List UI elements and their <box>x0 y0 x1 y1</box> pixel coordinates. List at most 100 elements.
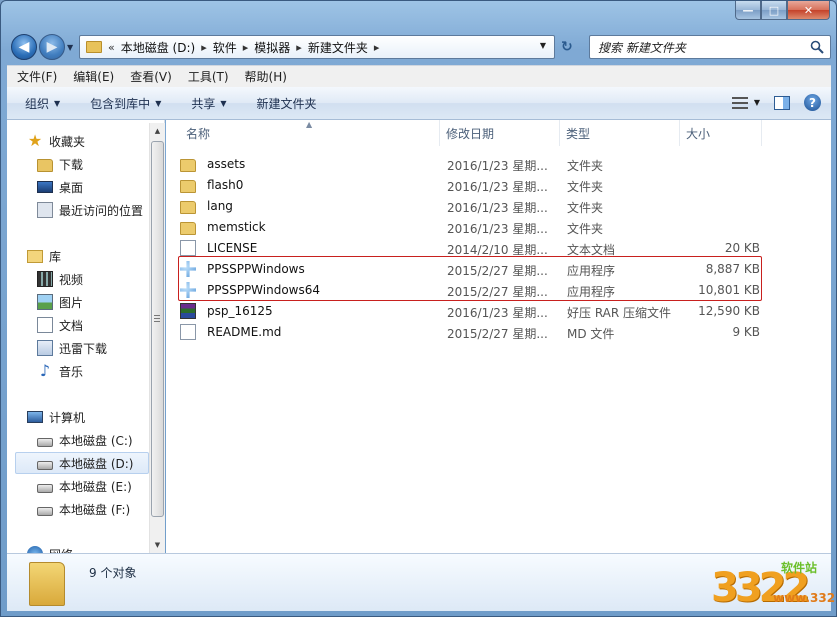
file-row[interactable]: memstick 2016/1/23 星期... 文件夹 <box>180 217 760 237</box>
file-row[interactable]: LICENSE 2014/2/10 星期... 文本文档 20 KB <box>180 238 760 258</box>
watermark-url: www.3322.CC <box>773 591 836 605</box>
nav-favorites[interactable]: ★ 收藏夹 <box>27 130 85 152</box>
file-row[interactable]: psp_16125 2016/1/23 星期... 好压 RAR 压缩文件 12,59… <box>180 301 760 321</box>
column-size[interactable]: 大小 <box>680 120 762 146</box>
column-name[interactable]: 名称 <box>180 120 440 146</box>
nav-drive-e[interactable]: 本地磁盘 (E:) <box>37 475 132 497</box>
share-button[interactable]: 共享 ▼ <box>187 95 230 112</box>
nav-network[interactable]: 网络 <box>27 543 73 553</box>
close-button[interactable]: ✕ <box>787 1 830 20</box>
minimize-button[interactable]: — <box>735 1 761 20</box>
new-folder-label: 新建文件夹 <box>256 96 317 111</box>
recent-pages-dropdown[interactable]: ▼ <box>67 43 73 52</box>
desktop-icon <box>37 181 53 193</box>
nav-drive-d[interactable]: 本地磁盘 (D:) <box>15 452 149 474</box>
nav-music[interactable]: ♪ 音乐 <box>37 360 83 382</box>
nav-label: 本地磁盘 (C:) <box>59 433 133 448</box>
new-folder-button[interactable]: 新建文件夹 <box>253 95 321 112</box>
computer-icon <box>27 411 43 423</box>
file-row[interactable]: README.md 2015/2/27 星期... MD 文件 9 KB <box>180 322 760 342</box>
search-input[interactable]: 搜索 新建文件夹 <box>589 35 831 59</box>
include-library-label: 包含到库中 <box>90 96 151 111</box>
nav-pictures[interactable]: 图片 <box>37 291 83 313</box>
file-name: psp_16125 <box>207 304 273 318</box>
nav-label: 本地磁盘 (E:) <box>59 479 132 494</box>
breadcrumb-separator-icon[interactable]: ▸ <box>374 41 380 54</box>
address-bar[interactable]: « 本地磁盘 (D:) ▸ 软件 ▸ 模拟器 ▸ 新建文件夹 ▸ ▼ <box>79 35 555 59</box>
nav-libraries[interactable]: 库 <box>27 245 61 267</box>
file-date: 2016/1/23 星期... <box>447 180 548 194</box>
menu-bar: 文件(F) 编辑(E) 查看(V) 工具(T) 帮助(H) <box>7 65 831 87</box>
maximize-button[interactable]: □ <box>761 1 787 20</box>
chevron-down-icon: ▼ <box>54 98 61 108</box>
nav-downloads[interactable]: 下载 <box>37 153 83 175</box>
toolbar-right: ▼ ? <box>731 94 821 111</box>
menu-tools[interactable]: 工具(T) <box>182 68 235 85</box>
nav-documents[interactable]: 文档 <box>37 314 83 336</box>
arrow-right-icon: ▶ <box>46 39 58 55</box>
file-type: 文件夹 <box>567 201 604 215</box>
nav-videos[interactable]: 视频 <box>37 268 83 290</box>
file-size: 12,590 KB <box>698 304 760 318</box>
file-row[interactable]: lang 2016/1/23 星期... 文件夹 <box>180 196 760 216</box>
breadcrumb-separator-icon[interactable]: ▸ <box>243 41 249 54</box>
drive-icon <box>37 483 53 493</box>
include-library-button[interactable]: 包含到库中 ▼ <box>86 95 165 112</box>
folder-icon <box>180 200 196 214</box>
menu-view[interactable]: 查看(V) <box>124 68 178 85</box>
menu-edit[interactable]: 编辑(E) <box>67 68 120 85</box>
view-options-icon[interactable] <box>731 96 748 110</box>
folder-icon <box>86 41 102 53</box>
file-type: 文件夹 <box>567 159 604 173</box>
chevron-down-icon[interactable]: ▼ <box>754 98 760 107</box>
breadcrumb-new-folder[interactable]: 新建文件夹 <box>308 39 368 56</box>
breadcrumb-drive-d[interactable]: 本地磁盘 (D:) <box>121 39 195 56</box>
chevron-down-icon[interactable]: ▼ <box>540 41 546 50</box>
nav-scrollbar[interactable]: ▲ ▼ <box>149 123 165 553</box>
nav-thunder-downloads[interactable]: 迅雷下载 <box>37 337 107 359</box>
breadcrumb-overflow[interactable]: « <box>108 41 115 54</box>
scroll-down-icon[interactable]: ▼ <box>150 537 165 553</box>
breadcrumb-separator-icon[interactable]: ▸ <box>296 41 302 54</box>
refresh-icon[interactable]: ↻ <box>561 39 573 55</box>
column-date[interactable]: 修改日期 <box>440 120 560 146</box>
breadcrumb-separator-icon[interactable]: ▸ <box>201 41 207 54</box>
breadcrumb-emulator[interactable]: 模拟器 <box>254 39 290 56</box>
caption-buttons: — □ ✕ <box>735 1 830 20</box>
organize-button[interactable]: 组织 ▼ <box>21 95 64 112</box>
scroll-thumb[interactable] <box>151 141 164 517</box>
breadcrumb-software[interactable]: 软件 <box>213 39 237 56</box>
address-row: ◀ ▶ ▼ « 本地磁盘 (D:) ▸ 软件 ▸ 模拟器 ▸ 新建文件夹 ▸ ▼… <box>1 31 836 63</box>
nav-label: 迅雷下载 <box>59 341 108 356</box>
nav-recent[interactable]: 最近访问的位置 <box>37 199 143 221</box>
command-bar: 组织 ▼ 包含到库中 ▼ 共享 ▼ 新建文件夹 ▼ ? <box>7 87 831 120</box>
file-row[interactable]: flash0 2016/1/23 星期... 文件夹 <box>180 175 760 195</box>
file-row[interactable]: assets 2016/1/23 星期... 文件夹 <box>180 154 760 174</box>
preview-pane-icon[interactable] <box>774 95 790 110</box>
chevron-down-icon: ▼ <box>155 98 162 108</box>
file-name: README.md <box>207 325 282 339</box>
help-icon[interactable]: ? <box>804 94 821 111</box>
title-bar: — □ ✕ <box>1 1 836 29</box>
nav-computer[interactable]: 计算机 <box>27 406 85 428</box>
nav-label: 文档 <box>59 318 84 333</box>
library-icon <box>27 249 43 263</box>
file-type: MD 文件 <box>567 327 615 341</box>
search-icon[interactable] <box>810 40 824 54</box>
menu-help[interactable]: 帮助(H) <box>239 68 293 85</box>
file-size: 9 KB <box>732 325 760 339</box>
nav-drive-c[interactable]: 本地磁盘 (C:) <box>37 429 133 451</box>
nav-desktop[interactable]: 桌面 <box>37 176 83 198</box>
forward-button[interactable]: ▶ <box>39 34 65 60</box>
file-type: 文件夹 <box>567 180 604 194</box>
back-button[interactable]: ◀ <box>11 34 37 60</box>
nav-drive-f[interactable]: 本地磁盘 (F:) <box>37 498 130 520</box>
column-type[interactable]: 类型 <box>560 120 680 146</box>
video-icon <box>37 271 53 287</box>
menu-file[interactable]: 文件(F) <box>11 68 63 85</box>
nav-label: 桌面 <box>59 180 84 195</box>
file-name: LICENSE <box>207 241 258 255</box>
file-name: lang <box>207 199 233 213</box>
rar-archive-icon <box>180 303 196 319</box>
scroll-up-icon[interactable]: ▲ <box>150 123 165 139</box>
